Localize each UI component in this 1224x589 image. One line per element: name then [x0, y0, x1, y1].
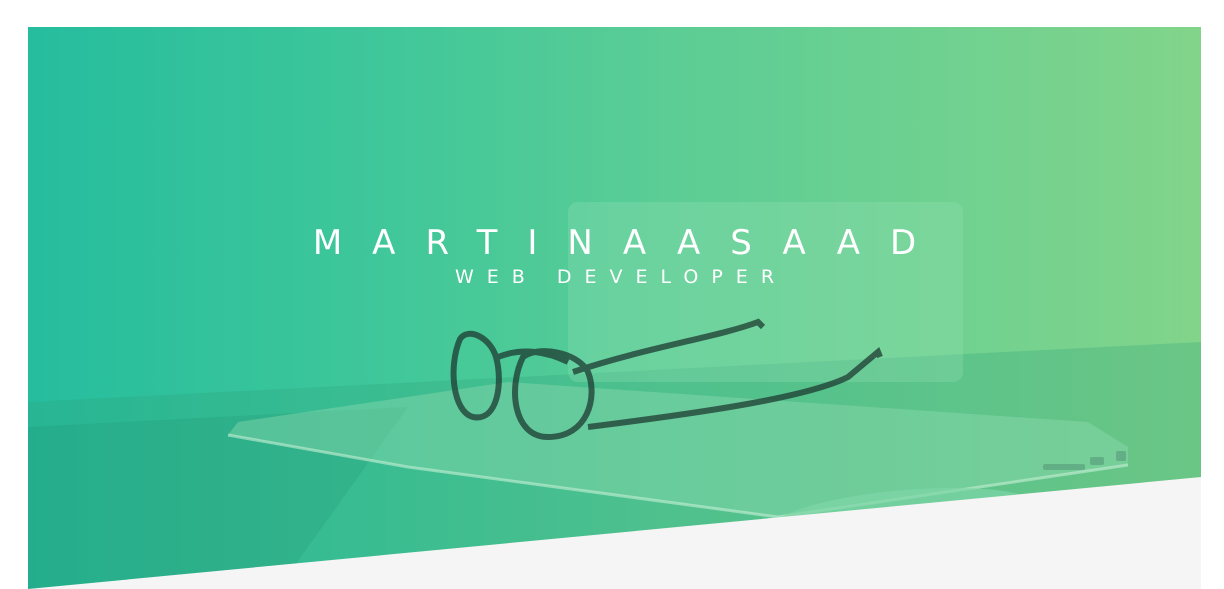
- site-owner-role: WEB DEVELOPER: [454, 266, 788, 288]
- hero-title-block: MARTINAASAAD WEB DEVELOPER: [28, 223, 1201, 289]
- hero-banner: MARTINAASAAD WEB DEVELOPER: [28, 27, 1201, 589]
- site-owner-name: MARTINAASAAD: [312, 223, 947, 263]
- hero-background-photo: [28, 202, 1201, 589]
